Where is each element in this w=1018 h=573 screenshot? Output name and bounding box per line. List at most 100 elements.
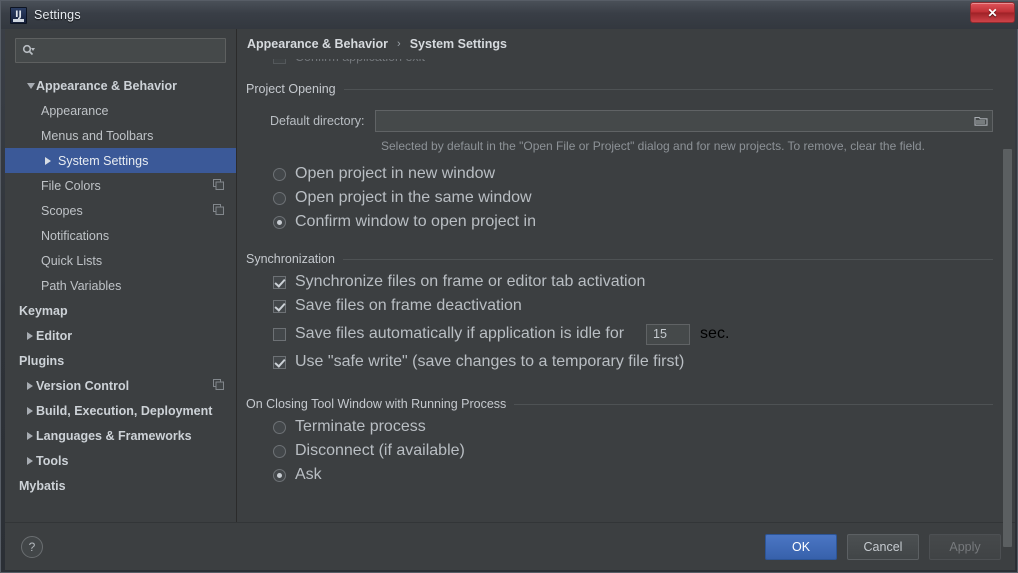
breadcrumb-separator: › (397, 38, 401, 50)
sidebar-item-label: Appearance (41, 104, 108, 118)
cancel-button[interactable]: Cancel (847, 534, 919, 560)
sidebar-item-label: Editor (36, 329, 72, 343)
chevron-down-icon[interactable] (27, 83, 35, 89)
default-directory-input[interactable] (381, 114, 972, 128)
radio-icon[interactable] (273, 216, 286, 229)
sidebar-item-build-execution-deployment[interactable]: Build, Execution, Deployment (5, 398, 236, 423)
sidebar-item-keymap[interactable]: Keymap (5, 298, 236, 323)
content-scroll-area: Confirm application exit Project Opening… (237, 59, 1015, 522)
copy-settings-icon[interactable] (213, 379, 224, 393)
settings-window: IJ Settings ✕ (0, 0, 1018, 573)
default-directory-field[interactable] (375, 110, 993, 132)
search-box[interactable] (15, 38, 226, 63)
option-label: Open project in new window (295, 165, 495, 183)
intellij-idea-icon: IJ (10, 7, 27, 24)
chevron-right-icon[interactable] (45, 157, 51, 165)
sidebar-item-label: Mybatis (19, 479, 66, 493)
settings-content: Appearance & Behavior › System Settings … (237, 29, 1015, 522)
content-inner: Confirm application exit Project Opening… (237, 59, 1015, 487)
sidebar-item-label: Version Control (36, 379, 129, 393)
copy-settings-icon[interactable] (213, 179, 224, 193)
sidebar-item-label: Appearance & Behavior (36, 79, 177, 93)
checkbox-icon[interactable] (273, 356, 286, 369)
chevron-right-icon[interactable] (27, 332, 33, 340)
clipped-option-row: Confirm application exit (273, 59, 993, 68)
checkbox-icon[interactable] (273, 276, 286, 289)
apply-button[interactable]: Apply (929, 534, 1001, 560)
content-scrollbar[interactable] (1002, 61, 1013, 520)
dialog-body: Appearance & Behavior Appearance Menus and… (5, 29, 1015, 522)
closing-tool-window-option[interactable]: Terminate process (273, 415, 993, 439)
search-icon (22, 44, 35, 57)
sidebar-item-quick-lists[interactable]: Quick Lists (5, 248, 236, 273)
checkbox-icon[interactable] (273, 328, 286, 341)
section-title: Project Opening (246, 82, 336, 96)
synchronization-option[interactable]: Save files automatically if application … (273, 318, 993, 350)
sidebar-item-mybatis[interactable]: Mybatis (5, 473, 236, 498)
synchronization-option[interactable]: Save files on frame deactivation (273, 294, 993, 318)
sidebar-item-label: Build, Execution, Deployment (36, 404, 212, 418)
section-divider (343, 259, 993, 260)
radio-icon[interactable] (273, 445, 286, 458)
sidebar-item-system-settings[interactable]: System Settings (5, 148, 236, 173)
help-icon[interactable]: ? (21, 536, 43, 558)
sidebar-item-label: Menus and Toolbars (41, 129, 153, 143)
radio-icon[interactable] (273, 192, 286, 205)
project-opening-option[interactable]: Open project in new window (273, 162, 993, 186)
closing-tool-window-options: Terminate processDisconnect (if availabl… (243, 415, 993, 487)
sidebar-item-scopes[interactable]: Scopes (5, 198, 236, 223)
content-scrollbar-thumb[interactable] (1003, 149, 1012, 547)
settings-sidebar: Appearance & Behavior Appearance Menus and… (5, 29, 237, 522)
sidebar-item-label: Notifications (41, 229, 109, 243)
idle-seconds-input[interactable]: 15 (646, 324, 690, 345)
sidebar-item-label: System Settings (58, 154, 148, 168)
search-container (5, 29, 236, 69)
sidebar-item-notifications[interactable]: Notifications (5, 223, 236, 248)
option-label: Use "safe write" (save changes to a temp… (295, 353, 684, 371)
radio-icon[interactable] (273, 421, 286, 434)
sidebar-item-plugins[interactable]: Plugins (5, 348, 236, 373)
sidebar-item-menus-and-toolbars[interactable]: Menus and Toolbars (5, 123, 236, 148)
checkbox-icon[interactable] (273, 300, 286, 313)
confirm-application-exit-checkbox[interactable] (273, 59, 286, 64)
sidebar-item-version-control[interactable]: Version Control (5, 373, 236, 398)
sidebar-item-appearance[interactable]: Appearance (5, 98, 236, 123)
option-label: Save files on frame deactivation (295, 297, 522, 315)
closing-tool-window-option[interactable]: Ask (273, 463, 993, 487)
breadcrumb-root[interactable]: Appearance & Behavior (247, 37, 388, 51)
sidebar-item-languages-frameworks[interactable]: Languages & Frameworks (5, 423, 236, 448)
title-bar: IJ Settings ✕ (1, 1, 1018, 29)
copy-settings-icon[interactable] (213, 204, 224, 218)
ok-button[interactable]: OK (765, 534, 837, 560)
default-directory-hint: Selected by default in the "Open File or… (243, 139, 993, 153)
close-icon[interactable]: ✕ (970, 2, 1015, 23)
synchronization-option[interactable]: Use "safe write" (save changes to a temp… (273, 350, 993, 374)
search-input[interactable] (40, 44, 219, 58)
section-header-closing-tool-window: On Closing Tool Window with Running Proc… (243, 397, 993, 411)
closing-tool-window-option[interactable]: Disconnect (if available) (273, 439, 993, 463)
chevron-right-icon[interactable] (27, 432, 33, 440)
sidebar-item-file-colors[interactable]: File Colors (5, 173, 236, 198)
chevron-right-icon[interactable] (27, 407, 33, 415)
chevron-right-icon[interactable] (27, 382, 33, 390)
synchronization-option[interactable]: Synchronize files on frame or editor tab… (273, 270, 993, 294)
sidebar-item-appearance-behavior[interactable]: Appearance & Behavior (5, 73, 236, 98)
project-opening-option[interactable]: Confirm window to open project in (273, 210, 993, 234)
sidebar-item-tools[interactable]: Tools (5, 448, 236, 473)
default-directory-label: Default directory: (270, 114, 364, 128)
footer-buttons: OK Cancel Apply (765, 534, 1001, 560)
breadcrumb: Appearance & Behavior › System Settings (237, 29, 1015, 59)
sidebar-item-editor[interactable]: Editor (5, 323, 236, 348)
section-header-synchronization: Synchronization (243, 252, 993, 266)
chevron-right-icon[interactable] (27, 457, 33, 465)
project-opening-option[interactable]: Open project in the same window (273, 186, 993, 210)
sidebar-item-label: Quick Lists (41, 254, 102, 268)
option-label: Confirm window to open project in (295, 213, 536, 231)
option-label: Synchronize files on frame or editor tab… (295, 273, 645, 291)
folder-browse-icon[interactable] (972, 112, 990, 130)
sidebar-item-label: File Colors (41, 179, 101, 193)
radio-icon[interactable] (273, 469, 286, 482)
sidebar-item-path-variables[interactable]: Path Variables (5, 273, 236, 298)
window-title: Settings (34, 8, 81, 22)
radio-icon[interactable] (273, 168, 286, 181)
